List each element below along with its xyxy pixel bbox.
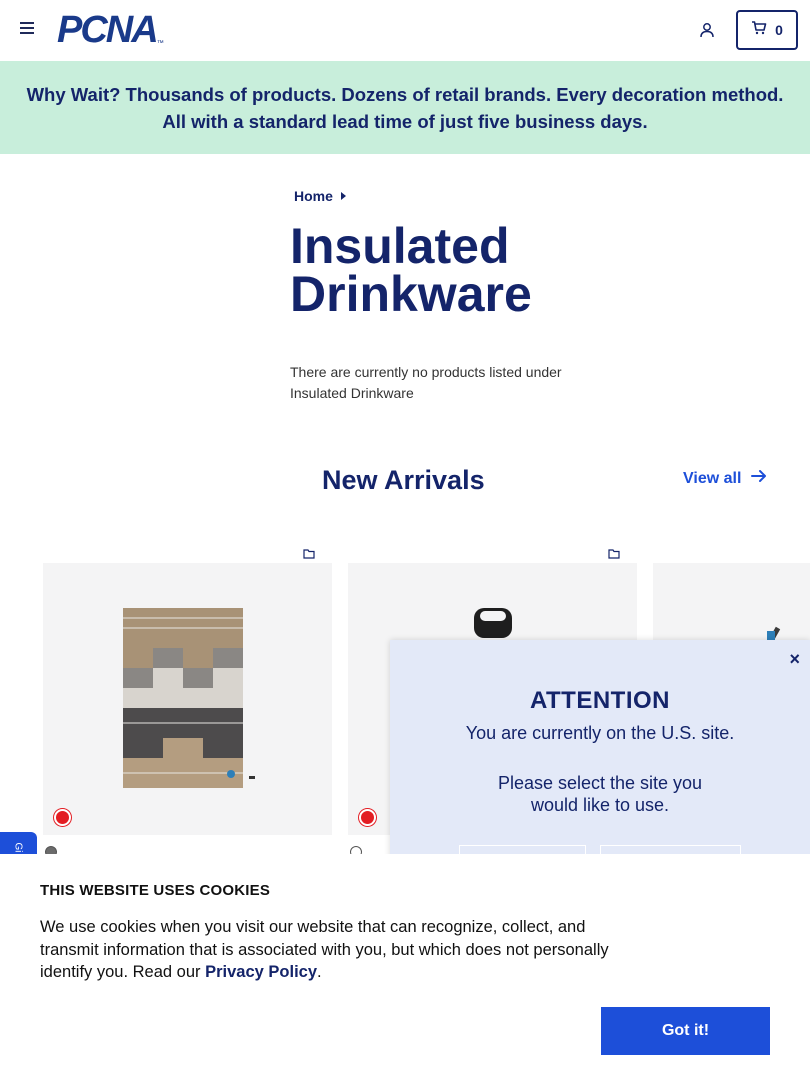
close-icon[interactable]: ×: [789, 649, 800, 670]
empty-products-message: There are currently no products listed u…: [290, 364, 562, 401]
promo-banner: Why Wait? Thousands of products. Dozens …: [0, 61, 810, 154]
product-image-blanket: [123, 608, 255, 788]
cookie-text: We use cookies when you visit our websit…: [40, 916, 610, 984]
bookmark-icon[interactable]: [608, 546, 620, 559]
cart-button[interactable]: 0: [736, 10, 798, 50]
cookie-period: .: [317, 963, 322, 981]
product-card[interactable]: [43, 563, 332, 835]
modal-instruction: Please select the site you would like to…: [497, 773, 703, 815]
pcna-logo[interactable]: PCNA™: [57, 11, 164, 49]
cookie-title: THIS WEBSITE USES COOKIES: [40, 882, 271, 899]
breadcrumb: Home: [294, 188, 346, 204]
logo-trademark: ™: [156, 40, 164, 47]
side-tab-label: Gi: [12, 842, 24, 853]
new-arrivals-title: New Arrivals: [322, 465, 485, 495]
modal-current-site: You are currently on the U.S. site.: [465, 723, 735, 743]
cookie-banner: THIS WEBSITE USES COOKIES We use cookies…: [0, 854, 810, 1080]
cart-count: 0: [775, 22, 783, 38]
promo-badge-icon: [359, 809, 376, 826]
cookie-accept-button[interactable]: Got it!: [601, 1007, 770, 1055]
view-all-link[interactable]: View all: [683, 469, 767, 488]
view-all-label: View all: [683, 469, 742, 487]
privacy-policy-link[interactable]: Privacy Policy: [205, 963, 317, 981]
arrow-right-icon: [751, 469, 767, 488]
promo-body: Thousands of products. Dozens of retail …: [120, 83, 784, 132]
promo-badge-icon: [54, 809, 71, 826]
menu-icon[interactable]: [20, 22, 36, 38]
promo-lead: Why Wait?: [26, 83, 121, 105]
promo-text: Why Wait? Thousands of products. Dozens …: [14, 81, 796, 135]
modal-title: ATTENTION: [529, 687, 671, 714]
bookmark-icon[interactable]: [303, 546, 315, 559]
cart-icon: [751, 20, 767, 40]
cookie-body: We use cookies when you visit our websit…: [40, 918, 609, 981]
breadcrumb-arrow-icon: [340, 192, 346, 200]
site-header: PCNA™ 0: [0, 0, 810, 61]
account-icon[interactable]: [699, 22, 715, 38]
breadcrumb-home[interactable]: Home: [294, 188, 333, 204]
page-title: Insulated Drinkware: [290, 218, 532, 322]
logo-text: PCNA: [57, 9, 159, 51]
